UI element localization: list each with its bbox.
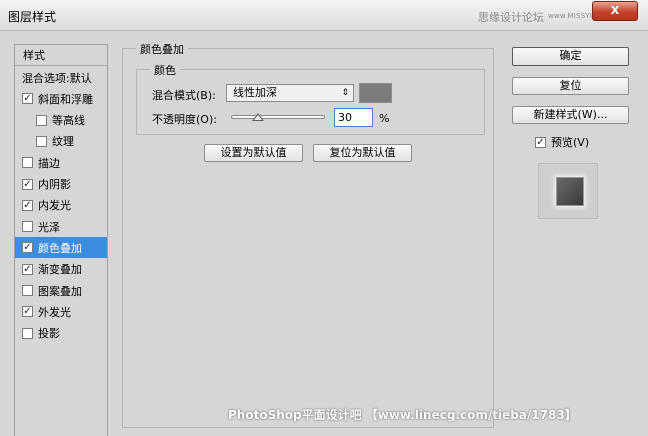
style-item[interactable]: 纹理	[15, 131, 107, 152]
style-item-label: 内发光	[38, 199, 71, 213]
style-item[interactable]: 描边	[15, 152, 107, 173]
preview-label: 预览(V)	[551, 136, 590, 149]
style-item-label: 图案叠加	[38, 284, 82, 298]
set-default-label: 设置为默认值	[220, 146, 287, 159]
style-item-checkbox[interactable]: ✓	[22, 242, 33, 254]
title-bar: 图层样式 思缘设计论坛 www.MISSYUAN.COM X	[0, 0, 648, 31]
chevron-updown-icon: ⇕	[341, 88, 349, 98]
preview-checkbox[interactable]: ✓	[535, 136, 546, 148]
styles-list-header-label: 样式	[23, 49, 45, 62]
style-preview	[538, 163, 598, 219]
style-item[interactable]: ✓ 内发光	[15, 195, 107, 216]
close-button[interactable]: X	[592, 1, 638, 21]
blend-mode-label: 混合模式(B):	[152, 89, 216, 102]
new-style-button[interactable]: 新建样式(W)...	[512, 106, 629, 124]
preview-toggle[interactable]: ✓ 预览(V)	[535, 134, 589, 150]
style-item-checkbox[interactable]	[22, 327, 33, 339]
color-subgroup-title: 颜色	[150, 62, 180, 78]
style-item-checkbox[interactable]	[36, 114, 47, 126]
style-item-label: 光泽	[38, 220, 60, 234]
style-item[interactable]: ✓ 斜面和浮雕	[15, 88, 107, 109]
style-item-label: 渐变叠加	[38, 263, 82, 277]
style-item[interactable]: ✓ 颜色叠加	[15, 237, 107, 259]
opacity-input-value: 30	[338, 111, 352, 124]
style-item-checkbox[interactable]	[22, 285, 33, 296]
style-item-checkbox[interactable]: ✓	[22, 178, 33, 190]
style-item-label: 混合选项:默认	[22, 71, 92, 85]
style-item-checkbox[interactable]: ✓	[22, 93, 33, 105]
style-item-checkbox[interactable]	[22, 221, 33, 233]
style-item-label: 等高线	[52, 114, 85, 128]
footer-watermark: PhotoShop平面设计吧 【www.linecg.com/tieba/178…	[228, 408, 577, 422]
style-item[interactable]: 等高线	[15, 110, 107, 131]
blend-mode-select[interactable]: 线性加深 ⇕	[226, 84, 354, 102]
style-item-checkbox[interactable]: ✓	[22, 199, 33, 211]
preview-thumbnail	[556, 177, 584, 206]
ok-button[interactable]: 确定	[512, 47, 629, 66]
new-style-label: 新建样式(W)...	[533, 108, 608, 121]
style-item-label: 描边	[38, 156, 60, 170]
opacity-label: 不透明度(O):	[152, 113, 217, 126]
style-item-checkbox[interactable]: ✓	[22, 306, 33, 318]
opacity-slider-thumb[interactable]	[252, 113, 264, 121]
style-item-label: 外发光	[38, 305, 71, 319]
close-icon: X	[610, 4, 620, 17]
styles-list-header: 样式	[15, 45, 107, 66]
style-item[interactable]: ✓ 外发光	[15, 301, 107, 322]
style-item-checkbox[interactable]: ✓	[22, 263, 33, 275]
style-item-label: 内阴影	[38, 178, 71, 191]
reset-label: 复位	[559, 79, 582, 92]
style-item[interactable]: 投影	[15, 323, 107, 344]
dialog-title: 图层样式	[8, 10, 57, 24]
color-overlay-title: 颜色叠加	[136, 41, 188, 57]
opacity-unit: %	[379, 112, 390, 125]
set-default-button[interactable]: 设置为默认值	[204, 144, 303, 162]
ok-label: 确定	[559, 49, 582, 62]
style-item-checkbox[interactable]	[22, 157, 33, 169]
reset-default-button[interactable]: 复位为默认值	[313, 144, 412, 162]
style-item-label: 颜色叠加	[38, 241, 82, 255]
style-item-label: 投影	[38, 327, 60, 341]
opacity-slider-track[interactable]	[231, 115, 325, 119]
reset-default-label: 复位为默认值	[329, 146, 396, 159]
reset-button[interactable]: 复位	[512, 77, 629, 95]
style-item[interactable]: ✓ 内阴影	[15, 174, 107, 195]
style-item-label: 纹理	[52, 135, 74, 149]
style-item[interactable]: ✓ 渐变叠加	[15, 259, 107, 280]
style-item-checkbox[interactable]	[36, 135, 47, 147]
style-item[interactable]: 混合选项:默认	[15, 67, 107, 88]
style-item[interactable]: 光泽	[15, 216, 107, 237]
style-item[interactable]: 图案叠加	[15, 280, 107, 301]
blend-mode-value: 线性加深	[233, 86, 277, 99]
overlay-color-swatch[interactable]	[359, 83, 392, 103]
styles-list: 样式 混合选项:默认 ✓ 斜面和浮雕等高线纹理描边 ✓ 内阴影 ✓ 内发光光泽 ✓ 颜色叠加 ✓ 渐…	[14, 44, 108, 436]
opacity-input[interactable]: 30	[334, 108, 373, 127]
style-item-label: 斜面和浮雕	[38, 92, 93, 106]
site-watermark: 思缘设计论坛	[478, 11, 544, 24]
